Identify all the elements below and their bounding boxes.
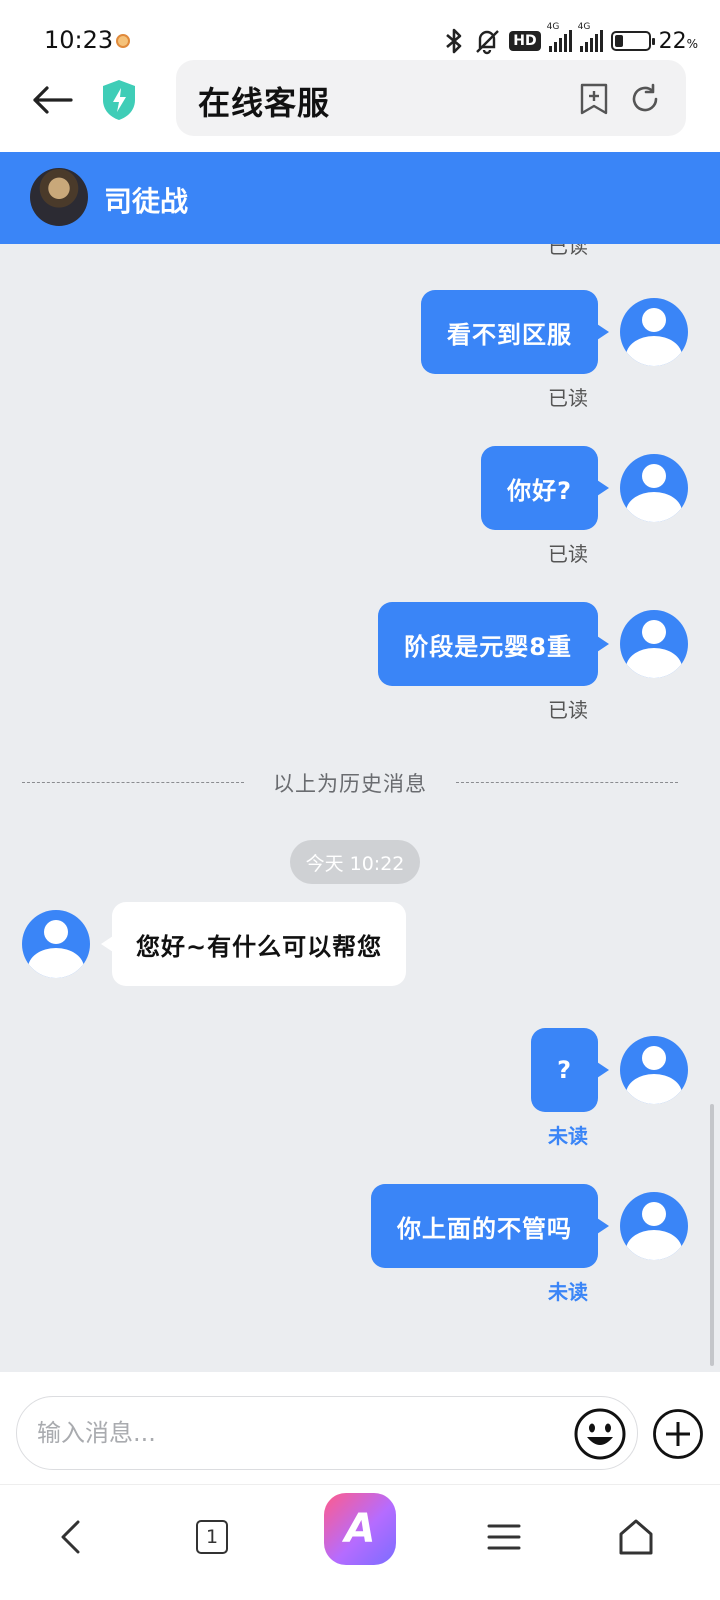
notification-app-icon (116, 34, 130, 48)
message-read-status: 已读 (548, 386, 588, 410)
page-title: 在线客服 (198, 84, 331, 122)
hd-badge: HD (509, 31, 541, 51)
shield-bolt-icon[interactable] (100, 78, 138, 122)
browser-toolbar: 在线客服 (0, 56, 720, 152)
message-input-container[interactable] (16, 1396, 638, 1470)
bluetooth-icon (446, 28, 462, 54)
battery-icon (610, 31, 655, 51)
status-time: 10:23 (44, 26, 114, 54)
message-read-status: 已读 (548, 542, 588, 566)
browser-home-logo-button[interactable]: A (324, 1493, 396, 1565)
outgoing-message: 你上面的不管吗 (371, 1184, 688, 1268)
browser-logo-icon: A (344, 1506, 376, 1552)
network-type-label-2: 4G (577, 22, 591, 32)
browser-bottom-nav: 1 A (0, 1484, 720, 1600)
message-bubble[interactable]: 你上面的不管吗 (371, 1184, 609, 1268)
user-avatar[interactable] (620, 298, 688, 366)
nav-back-button[interactable] (40, 1507, 100, 1567)
message-unread-status: 未读 (548, 1280, 588, 1304)
outgoing-message: 阶段是元婴8重 (378, 602, 688, 686)
chevron-left-icon (61, 1520, 80, 1554)
add-bookmark-icon[interactable] (578, 82, 610, 116)
history-divider-label: 以上为历史消息 (273, 772, 427, 796)
message-read-status: 已读 (548, 698, 588, 722)
reload-icon[interactable] (628, 82, 662, 116)
home-button[interactable] (606, 1507, 666, 1567)
chat-header: 司徒战 (0, 152, 720, 244)
battery-percent: 22% (658, 28, 698, 54)
message-bubble[interactable]: ? (531, 1028, 609, 1112)
outgoing-message: ? (531, 1028, 688, 1112)
menu-icon (487, 1524, 521, 1550)
agent-avatar[interactable] (30, 168, 88, 226)
message-unread-status: 未读 (548, 1124, 588, 1148)
tabs-button[interactable]: 1 (182, 1507, 242, 1567)
status-icons: HD 4G 4G 22% (443, 22, 698, 56)
message-bubble[interactable]: 你好? (481, 446, 609, 530)
message-bubble[interactable]: 您好~有什么可以帮您 (100, 902, 407, 986)
user-avatar[interactable] (620, 610, 688, 678)
signal-icon-2: 4G (578, 22, 603, 52)
network-type-label: 4G (546, 22, 560, 32)
outgoing-message: 你好? (481, 446, 688, 530)
message-input[interactable] (37, 1409, 547, 1457)
user-avatar[interactable] (620, 1036, 688, 1104)
chat-messages[interactable]: 已读 看不到区服 已读 你好? 已读 阶段是元婴8重 已读 以上为历史消息 今天… (0, 244, 720, 1372)
message-bubble[interactable]: 看不到区服 (421, 290, 609, 374)
back-arrow-icon (33, 86, 73, 114)
url-bar[interactable]: 在线客服 (176, 60, 686, 136)
chat-scrollbar[interactable] (710, 1104, 714, 1366)
user-avatar[interactable] (620, 1192, 688, 1260)
bell-muted-icon (476, 30, 500, 55)
menu-button[interactable] (474, 1507, 534, 1567)
history-divider: 以上为历史消息 (22, 768, 678, 798)
add-attachment-icon[interactable] (652, 1408, 704, 1460)
timestamp-pill: 今天 10:22 (290, 840, 420, 884)
signal-icon: 4G (547, 22, 572, 52)
home-icon (619, 1519, 653, 1555)
outgoing-message: 看不到区服 (421, 290, 688, 374)
back-button[interactable] (28, 76, 76, 124)
message-input-bar (0, 1372, 720, 1484)
message-read-status: 已读 (548, 244, 588, 258)
incoming-message: 您好~有什么可以帮您 (22, 902, 407, 986)
user-avatar[interactable] (620, 454, 688, 522)
message-bubble[interactable]: 阶段是元婴8重 (378, 602, 609, 686)
agent-message-avatar[interactable] (22, 910, 90, 978)
emoji-icon[interactable] (573, 1407, 627, 1461)
tab-count: 1 (196, 1520, 228, 1554)
agent-name: 司徒战 (104, 185, 189, 218)
